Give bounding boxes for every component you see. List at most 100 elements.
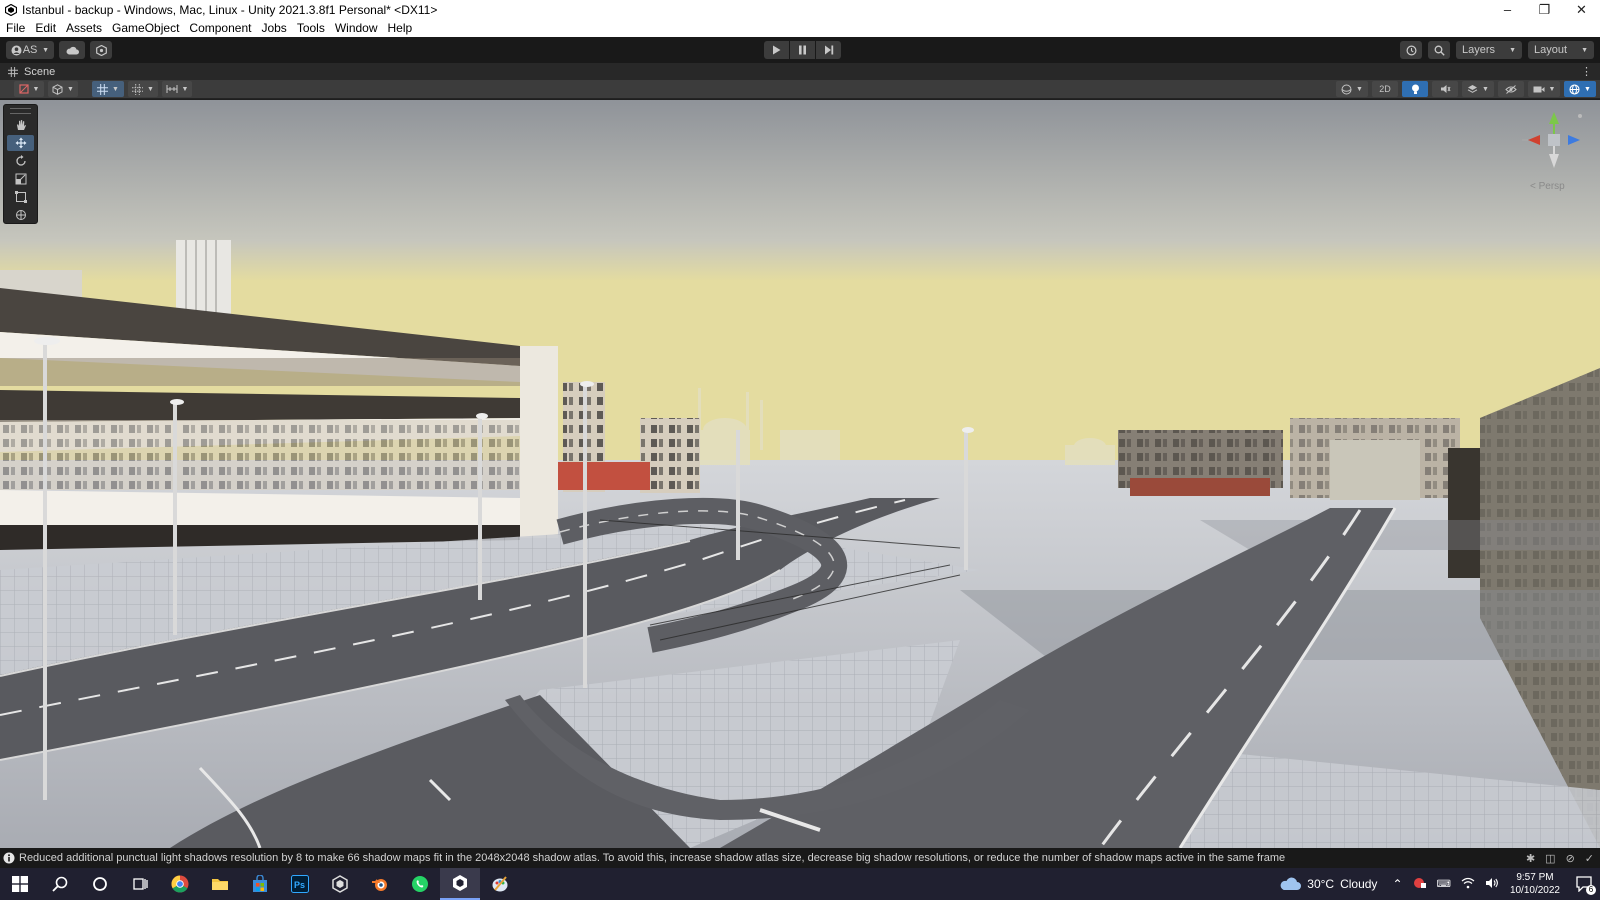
wifi-icon[interactable] [1461,877,1475,892]
projection-label[interactable]: < Persp [1530,181,1565,192]
layout-label: Layout [1534,44,1568,56]
chevron-down-icon: ▼ [1482,85,1489,93]
photoshop-taskbar-button[interactable]: Ps [280,868,320,900]
restore-button[interactable]: ❐ [1526,0,1563,19]
chevron-down-icon: ▼ [112,85,119,93]
notification-center-button[interactable]: 6 [1568,868,1600,900]
grid-snap-icon [97,83,109,95]
menu-jobs[interactable]: Jobs [257,19,290,37]
clock-date: 10/10/2022 [1509,885,1560,896]
camera-icon [1533,86,1545,92]
collab-button[interactable] [90,41,112,59]
layers-dropdown[interactable]: Layers ▼ [1456,41,1522,59]
chevron-up-icon[interactable]: ⌃ [1392,877,1402,891]
effects-layers-icon [1467,84,1478,93]
whatsapp-taskbar-button[interactable] [400,868,440,900]
scale-tool-button[interactable] [7,171,34,187]
console-message[interactable]: Reduced additional punctual light shadow… [19,852,1526,864]
audio-toggle[interactable] [1432,81,1458,97]
ruler-icon [166,85,178,93]
clock[interactable]: 9:57 PM 10/10/2022 [1510,871,1560,897]
search-button[interactable] [1428,41,1450,59]
menu-help[interactable]: Help [384,19,417,37]
photoshop-icon: Ps [291,875,309,893]
task-view-button[interactable] [120,868,160,900]
menu-window[interactable]: Window [331,19,382,37]
rect-tool-button[interactable] [7,189,34,205]
cache-icon[interactable]: ◫ [1545,852,1555,865]
cloud-button[interactable] [59,41,85,59]
play-icon [773,45,781,55]
chevron-down-icon: ▼ [32,85,40,93]
search-icon [1434,45,1445,56]
chevron-down-icon: ▼ [147,85,154,93]
unity-editor-taskbar-button[interactable] [440,868,480,900]
menu-gameobject[interactable]: GameObject [108,19,183,37]
draw-mode-dropdown[interactable]: ▼ [14,81,44,97]
chevron-down-icon: ▼ [42,46,49,54]
hand-tool-button[interactable] [7,117,34,133]
menu-tools[interactable]: Tools [293,19,329,37]
rotate-tool-button[interactable] [7,153,34,169]
tab-scene[interactable]: Scene [0,63,55,80]
shading-dropdown[interactable]: ▼ [48,81,78,97]
history-button[interactable] [1400,41,1422,59]
system-tray: 30°C Cloudy ⌃ ⌨ 9:57 PM 10/10/2022 6 [1279,868,1600,900]
cortana-button[interactable] [80,868,120,900]
orientation-dropdown[interactable]: ▼ [1336,81,1368,97]
debug-icon[interactable]: ✱ [1526,852,1535,865]
chrome-taskbar-button[interactable] [160,868,200,900]
move-tool-button[interactable] [7,135,34,151]
orientation-sphere-icon [1341,84,1352,94]
grid-snapping-toggle[interactable]: ▼ [92,81,124,97]
cloud-icon [1280,877,1302,890]
layout-dropdown[interactable]: Layout ▼ [1528,41,1594,59]
weather-widget[interactable]: 30°C Cloudy [1279,877,1377,891]
increment-snap-dropdown[interactable]: ▼ [162,81,192,97]
camera-settings-dropdown[interactable]: ▼ [1528,81,1560,97]
file-explorer-taskbar-button[interactable] [200,868,240,900]
drag-handle[interactable] [10,108,31,114]
step-button[interactable] [816,41,841,59]
minimize-button[interactable]: – [1489,0,1526,19]
transform-tool-button[interactable] [7,207,34,223]
effects-dropdown[interactable]: ▼ [1462,81,1494,97]
menu-edit[interactable]: Edit [31,19,60,37]
clock-time: 9:57 PM [1516,872,1554,883]
chevron-down-icon: ▼ [1548,85,1556,93]
pause-button[interactable] [790,41,815,59]
speaker-icon [1440,85,1450,93]
menu-bar: File Edit Assets GameObject Component Jo… [0,19,1600,37]
scene-visibility-toggle[interactable] [1498,81,1524,97]
menu-assets[interactable]: Assets [62,19,106,37]
mode-2d-toggle[interactable]: 2D [1372,81,1398,97]
play-button[interactable] [764,41,789,59]
grid-icon [8,66,18,77]
mode-2d-label: 2D [1379,84,1391,94]
scene-viewport[interactable] [0,100,1600,848]
unity-hub-taskbar-button[interactable] [320,868,360,900]
menu-file[interactable]: File [2,19,29,37]
whatsapp-icon [412,876,428,892]
antivirus-icon[interactable] [1413,877,1427,892]
close-button[interactable]: ✕ [1563,0,1600,19]
blender-taskbar-button[interactable] [360,868,400,900]
volume-icon[interactable] [1485,877,1499,892]
activity-icon[interactable]: ✓ [1585,852,1594,865]
console-status-bar[interactable]: Reduced additional punctual light shadow… [0,848,1600,868]
more-options-icon[interactable]: ⋮ [1581,65,1592,78]
account-label: AS [22,44,38,56]
paint-taskbar-button[interactable] [480,868,520,900]
scene-tools-overlay [3,104,38,224]
gizmos-dropdown[interactable]: ▼ [1564,81,1596,97]
lighting-toggle[interactable] [1402,81,1428,97]
progress-icon[interactable]: ⊘ [1566,852,1575,865]
menu-component[interactable]: Component [185,19,255,37]
paint-palette-icon [492,876,508,892]
start-button[interactable] [0,868,40,900]
grid-visibility-dropdown[interactable]: ▼ [128,81,158,97]
search-taskbar-button[interactable] [40,868,80,900]
language-icon[interactable]: ⌨ [1437,879,1451,890]
store-taskbar-button[interactable] [240,868,280,900]
account-dropdown[interactable]: AS ▼ [6,41,54,59]
